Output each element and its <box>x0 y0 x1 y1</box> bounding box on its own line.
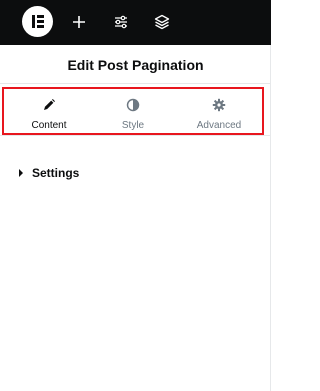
layers-icon[interactable] <box>153 13 171 31</box>
elementor-logo-icon[interactable] <box>22 6 53 37</box>
caret-right-icon <box>19 169 23 177</box>
tab-style-label: Style <box>121 120 145 131</box>
tab-advanced-label: Advanced <box>196 120 242 131</box>
tab-content[interactable]: Content <box>9 89 89 133</box>
pencil-icon <box>42 98 56 112</box>
tab-advanced[interactable]: Advanced <box>179 89 259 133</box>
gear-icon <box>212 98 226 112</box>
panel-title: Edit Post Pagination <box>67 57 204 73</box>
top-toolbar <box>0 0 271 45</box>
header-divider <box>0 83 271 84</box>
panel-border <box>270 45 271 391</box>
half-circle-icon <box>126 98 140 112</box>
sliders-icon[interactable] <box>112 13 130 31</box>
settings-section-label: Settings <box>32 166 80 180</box>
tab-style[interactable]: Style <box>93 89 173 133</box>
tabs-divider <box>0 135 271 136</box>
panel-tabs: Content Style Advanced <box>2 87 264 135</box>
plus-icon[interactable] <box>70 13 88 31</box>
tab-content-label: Content <box>31 120 67 131</box>
